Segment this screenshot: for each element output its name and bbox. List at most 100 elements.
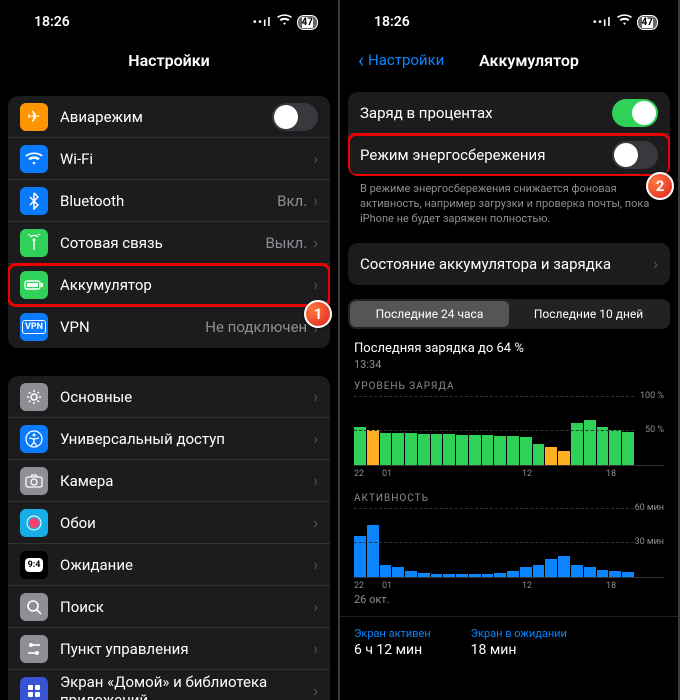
status-time: 18:26 (374, 14, 410, 30)
back-button[interactable]: ‹ Настройки (358, 50, 444, 70)
chart-bar (456, 574, 468, 576)
vpn-icon: VPN (20, 313, 48, 341)
ant-icon (20, 229, 48, 257)
row-label: Режим энергосбережения (360, 146, 612, 164)
row-battery-percent[interactable]: Заряд в процентах (348, 92, 670, 134)
chart-bar (622, 432, 634, 464)
chart-bar (507, 436, 519, 465)
chevron-right-icon: › (313, 639, 318, 658)
chart-bar (520, 437, 532, 465)
chart-bar (622, 572, 634, 577)
chevron-right-icon: › (313, 429, 318, 448)
battery-screen: 18:26 ••ıl 47 ‹ Настройки Аккумулятор За… (340, 0, 678, 700)
row-cellular[interactable]: Сотовая связьВыкл.› (8, 222, 330, 264)
time-range-segmented[interactable]: Последние 24 часа Последние 10 дней (348, 299, 670, 329)
chevron-right-icon: › (313, 191, 318, 210)
toggle-airplane[interactable] (272, 103, 318, 131)
bat-icon (20, 271, 48, 299)
chart-bar (558, 556, 570, 577)
chart-bar (545, 559, 557, 576)
last-charge-time: 13:34 (354, 358, 664, 371)
x-tick (438, 469, 466, 479)
row-airplane[interactable]: ✈Авиарежим (8, 96, 330, 138)
chart-bar (443, 574, 455, 576)
row-value: Выкл. (265, 234, 307, 252)
home-icon (20, 677, 48, 700)
chart-bar (571, 565, 583, 577)
settings-screen: 18:26 ••ıl 47 Настройки ✈АвиарежимWi-Fi›… (0, 0, 338, 700)
low-power-footnote: В режиме энергосбережения снижается фоно… (340, 176, 678, 227)
row-vpn[interactable]: VPNVPNНе подключен› (8, 306, 330, 348)
row-label: Обои (60, 514, 313, 532)
level-label: УРОВЕНЬ ЗАРЯДА (354, 381, 664, 392)
row-wallpaper[interactable]: Обои› (8, 502, 330, 544)
status-time: 18:26 (34, 14, 70, 30)
x-tick (578, 581, 606, 591)
row-bluetooth[interactable]: BluetoothВкл.› (8, 180, 330, 222)
x-tick: 22 (354, 581, 382, 591)
x-tick: 01 (382, 581, 410, 591)
x-tick (466, 469, 494, 479)
screen-idle: Экран в ожидании 18 мин (471, 627, 567, 658)
row-label: Поиск (60, 598, 313, 616)
y-label: 60 мин (635, 503, 664, 513)
row-label: Экран «Домой» и библиотека приложений (60, 673, 313, 700)
row-battery-health[interactable]: Состояние аккумулятора и зарядка › (348, 243, 670, 285)
row-label: Аккумулятор (60, 276, 313, 294)
chart-bar (469, 574, 481, 576)
chart-bar (545, 447, 557, 464)
chart-bar (392, 433, 404, 464)
ctrl-icon (20, 635, 48, 663)
x-tick (494, 581, 522, 591)
row-wifi[interactable]: Wi-Fi› (8, 138, 330, 180)
chart-bar (520, 567, 532, 576)
row-standby[interactable]: 9:4Ожидание› (8, 544, 330, 586)
x-tick: 01 (382, 469, 410, 479)
x-tick (410, 469, 438, 479)
row-camera[interactable]: Камера› (8, 460, 330, 502)
wifi-status-icon (277, 14, 292, 30)
row-battery[interactable]: Аккумулятор› (8, 264, 330, 306)
chart-bar (367, 525, 379, 577)
row-accessibility[interactable]: Универсальный доступ› (8, 418, 330, 460)
row-low-power[interactable]: Режим энергосбережения (348, 134, 670, 176)
row-label: Заряд в процентах (360, 104, 612, 122)
row-home[interactable]: Экран «Домой» и библиотека приложений› (8, 670, 330, 700)
activity-label: АКТИВНОСТЬ (354, 493, 664, 504)
seg-10d[interactable]: Последние 10 дней (509, 301, 668, 327)
battery-status-icon: 47 (637, 15, 658, 30)
chevron-right-icon: › (313, 387, 318, 406)
x-tick (578, 469, 606, 479)
search-icon (20, 593, 48, 621)
chart-bar (418, 573, 430, 576)
status-right: ••ıl 47 (253, 14, 318, 30)
toggle-low-power[interactable] (612, 141, 658, 169)
status-bar: 18:26 ••ıl 47 (340, 0, 678, 40)
x-tick (550, 581, 578, 591)
chevron-right-icon: › (313, 513, 318, 532)
y-label: 50 % (645, 425, 664, 435)
seg-24h[interactable]: Последние 24 часа (350, 301, 509, 327)
row-label: Камера (60, 472, 313, 490)
chart-block: Последняя зарядка до 64 % 13:34 УРОВЕНЬ … (340, 335, 678, 606)
toggle-battery-percent[interactable] (612, 99, 658, 127)
chart-bar (609, 571, 621, 577)
row-control[interactable]: Пункт управления› (8, 628, 330, 670)
chart-bar (431, 434, 443, 464)
row-label: Основные (60, 388, 313, 406)
x-tick: 18 (606, 581, 634, 591)
settings-group-network: ✈АвиарежимWi-Fi›BluetoothВкл.›Сотовая св… (8, 96, 330, 348)
row-general[interactable]: Основные› (8, 376, 330, 418)
gear-icon (20, 383, 48, 411)
x-axis: 22011218 (354, 581, 664, 591)
x-tick: 22 (354, 469, 382, 479)
chart-bar (392, 567, 404, 576)
chevron-right-icon: › (313, 233, 318, 252)
chart-bar (469, 435, 481, 465)
x-axis: 22011218 (354, 469, 664, 479)
row-search[interactable]: Поиск› (8, 586, 330, 628)
wifi-icon (20, 145, 48, 173)
chevron-right-icon: › (313, 681, 318, 700)
settings-group-general: Основные›Универсальный доступ›Камера›Обо… (8, 376, 330, 700)
chart-bar (609, 430, 621, 465)
